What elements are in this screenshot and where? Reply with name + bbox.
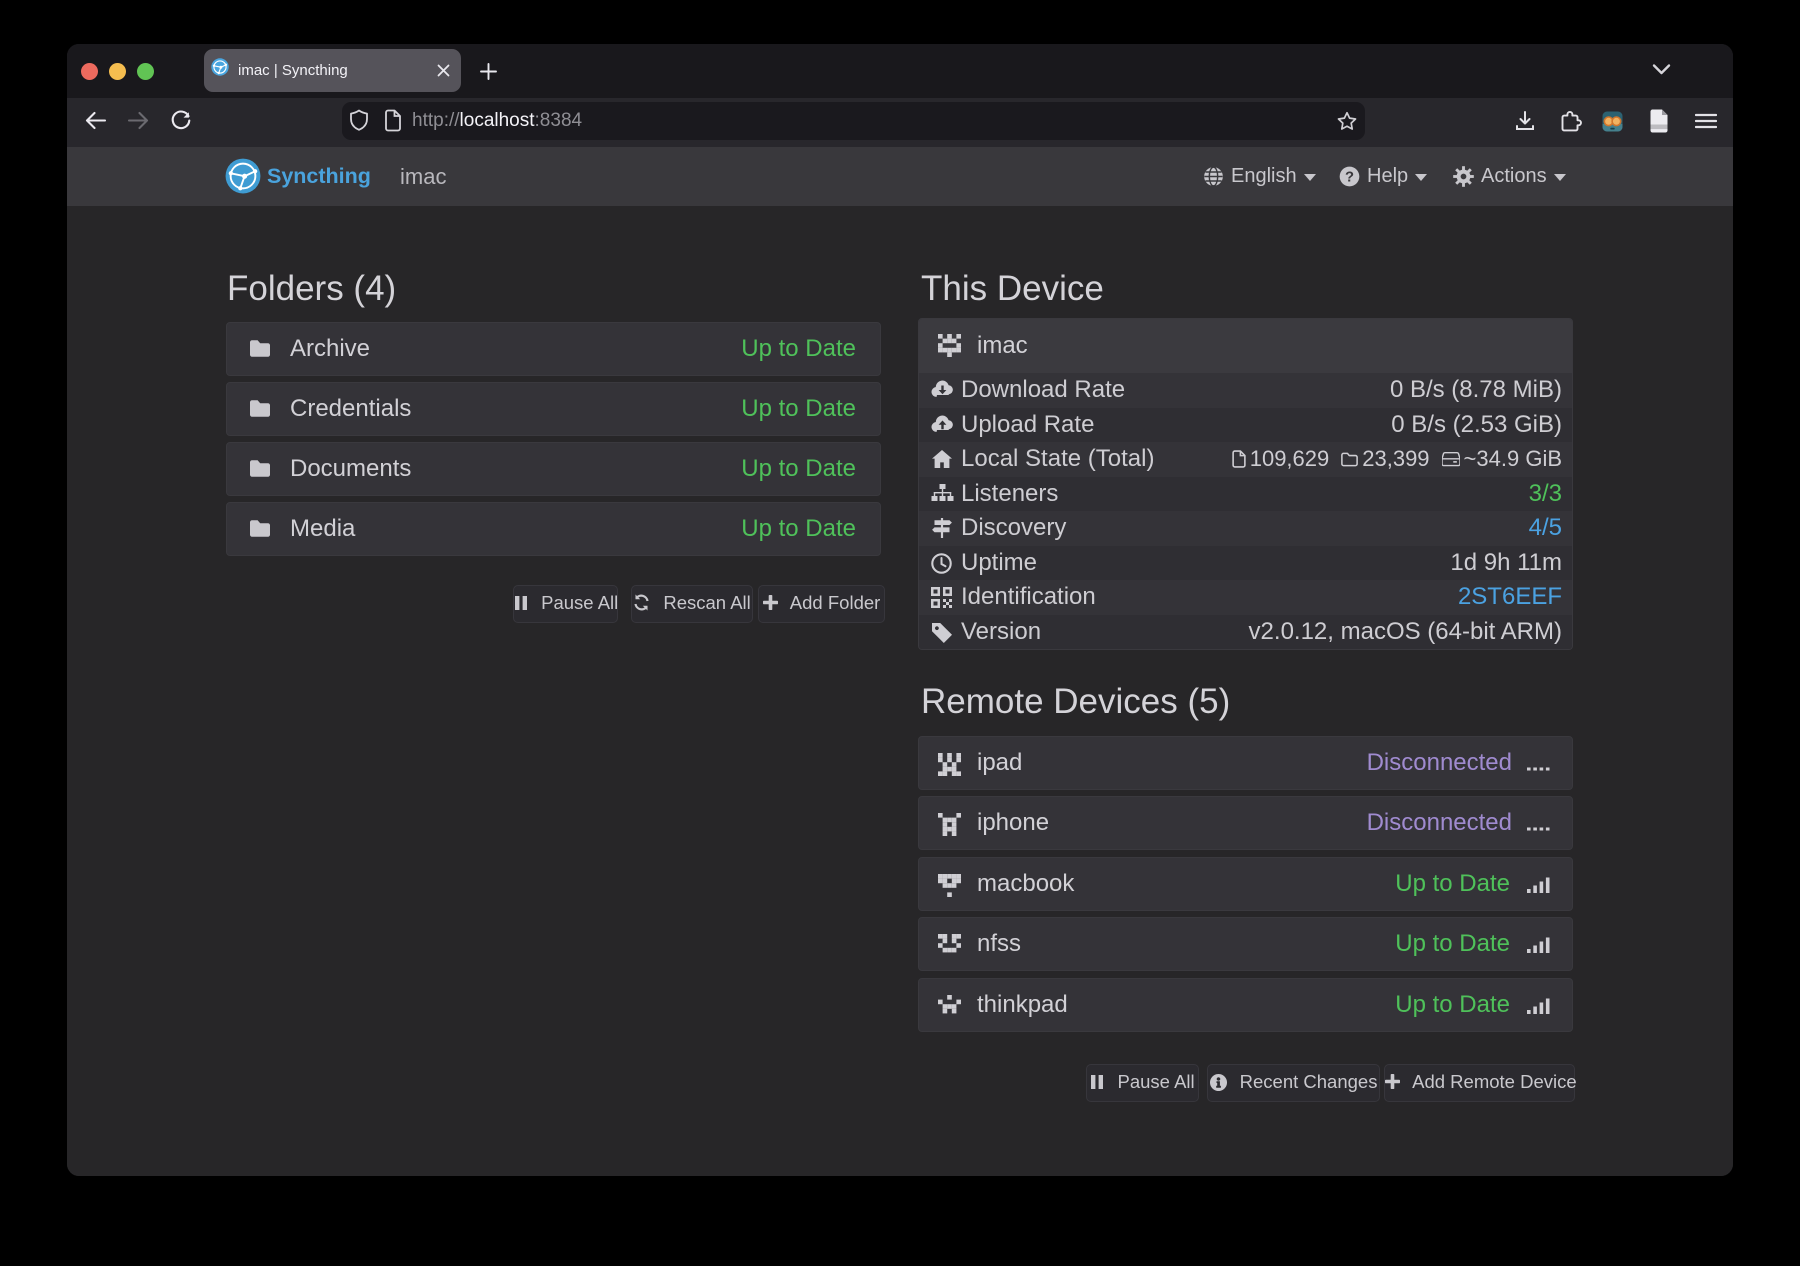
svg-text:?: ? [1345, 170, 1354, 186]
